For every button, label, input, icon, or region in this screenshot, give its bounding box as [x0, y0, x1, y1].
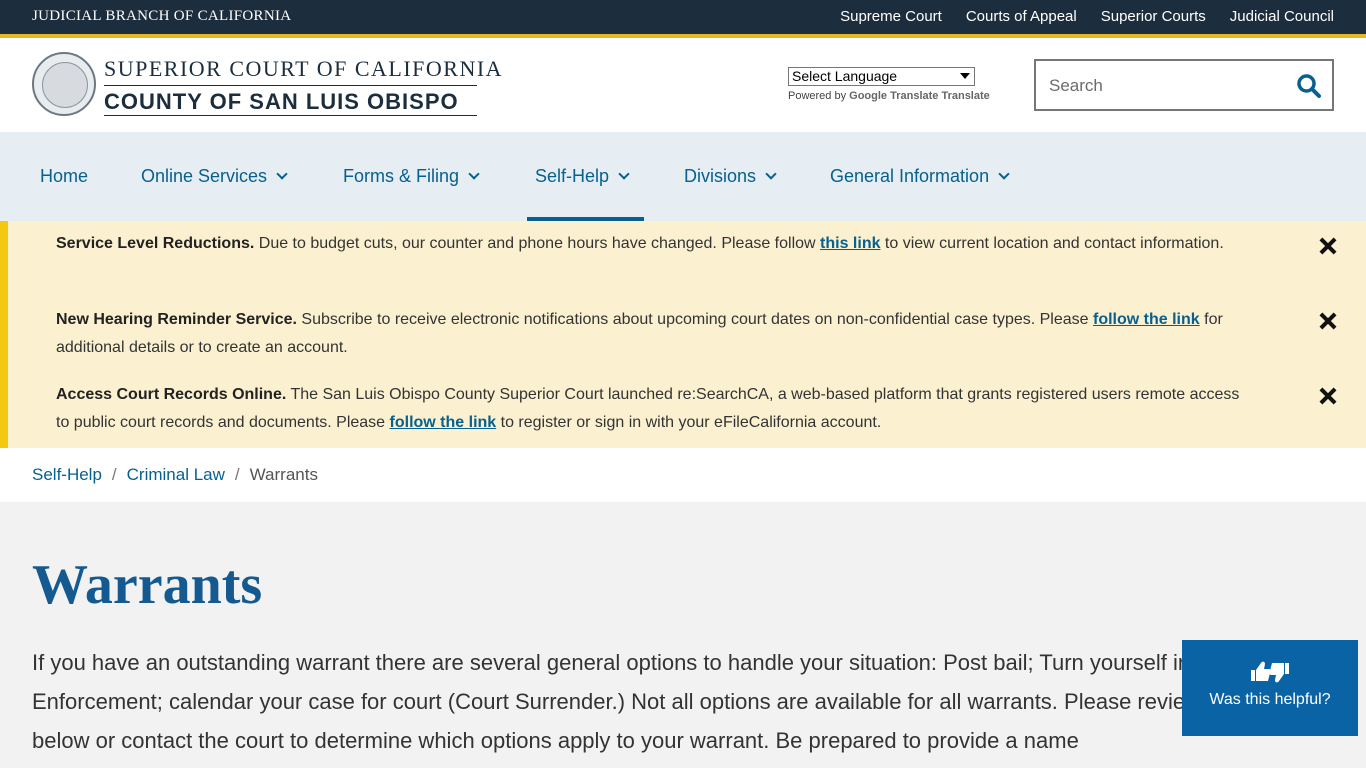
judicial-branch-brand[interactable]: JUDICIAL BRANCH OF CALIFORNIA — [32, 8, 291, 25]
chevron-down-icon — [765, 168, 777, 180]
nav-online-services[interactable]: Online Services — [141, 166, 288, 187]
search-icon[interactable] — [1296, 73, 1322, 99]
nav-self-help[interactable]: Self-Help — [535, 166, 630, 187]
link-supreme-court[interactable]: Supreme Court — [840, 8, 942, 25]
breadcrumb-current: Warrants — [249, 465, 318, 484]
logo-rule-bottom — [104, 115, 477, 116]
utility-bar: JUDICIAL BRANCH OF CALIFORNIA Supreme Co… — [0, 0, 1366, 34]
thumbs-up-down-icon — [1251, 661, 1289, 683]
chevron-down-icon — [618, 168, 630, 180]
alerts-banner: Service Level Reductions. Due to budget … — [0, 221, 1366, 448]
main-nav: Home Online Services Forms & Filing Self… — [0, 132, 1366, 221]
nav-divisions[interactable]: Divisions — [684, 166, 777, 187]
logo-line-county[interactable]: COUNTY OF SAN LUIS OBISPO — [104, 89, 459, 115]
nav-general-information-label: General Information — [830, 166, 990, 186]
breadcrumb-separator: / — [111, 465, 117, 484]
powered-by-google: Powered by Google Translate Translate — [788, 90, 990, 102]
alert-text: Due to budget cuts, our counter and phon… — [254, 235, 821, 252]
feedback-helpful-label: Was this helpful? — [1209, 691, 1331, 708]
nav-self-help-label: Self-Help — [535, 166, 610, 186]
breadcrumb-row: Self-Help / Criminal Law / Warrants — [32, 465, 318, 485]
alert-text: to register or sign in with your eFileCa… — [496, 414, 882, 431]
breadcrumb-self-help[interactable]: Self-Help — [32, 465, 102, 485]
link-superior-courts[interactable]: Superior Courts — [1101, 8, 1206, 25]
powered-by-label: Powered by — [788, 90, 847, 102]
search-placeholder: Search — [1049, 76, 1103, 95]
chevron-down-icon — [468, 168, 480, 180]
chevron-down-icon — [276, 168, 288, 180]
nav-home-label: Home — [40, 166, 89, 186]
nav-home[interactable]: Home — [40, 166, 88, 187]
chevron-down-icon — [960, 73, 970, 79]
alert-service-level: Service Level Reductions. Due to budget … — [56, 230, 1256, 258]
search-input[interactable]: Search — [1034, 59, 1334, 111]
utility-links: Supreme Court Courts of Appeal Superior … — [840, 8, 1334, 25]
breadcrumb-separator: / — [234, 465, 240, 484]
language-select-value: Select Language — [792, 68, 898, 84]
alert-link[interactable]: this link — [820, 235, 880, 252]
breadcrumb: Self-Help / Criminal Law / Warrants — [0, 448, 1366, 502]
alert-text: to view current location and contact inf… — [880, 235, 1224, 252]
google-translate-label[interactable]: Google Translate Translate — [849, 90, 990, 102]
close-icon[interactable] — [1320, 388, 1336, 404]
close-icon[interactable] — [1320, 313, 1336, 329]
language-select[interactable]: Select Language — [788, 67, 975, 86]
alert-title: Access Court Records Online. — [56, 386, 287, 403]
link-judicial-council[interactable]: Judicial Council — [1230, 8, 1334, 25]
alert-court-records: Access Court Records Online. The San Lui… — [56, 381, 1256, 437]
alert-hearing-reminder: New Hearing Reminder Service. Subscribe … — [56, 306, 1256, 362]
page-title: Warrants — [32, 554, 263, 616]
nav-forms-filing-label: Forms & Filing — [343, 166, 460, 186]
alert-title: Service Level Reductions. — [56, 235, 255, 252]
nav-forms-filing[interactable]: Forms & Filing — [343, 166, 480, 187]
nav-general-information[interactable]: General Information — [830, 166, 1010, 187]
intro-paragraph: If you have an outstanding warrant there… — [32, 650, 1308, 753]
nav-online-services-label: Online Services — [141, 166, 268, 186]
logo-rule — [104, 85, 477, 86]
alert-accent-bar — [0, 221, 8, 448]
logo-line-court[interactable]: SUPERIOR COURT OF CALIFORNIA — [104, 56, 503, 82]
link-courts-of-appeal[interactable]: Courts of Appeal — [966, 8, 1077, 25]
feedback-helpful-button[interactable]: Was this helpful? — [1182, 640, 1358, 736]
breadcrumb-criminal-law[interactable]: Criminal Law — [127, 465, 225, 485]
alert-text: Subscribe to receive electronic notifica… — [296, 311, 1093, 328]
alert-link[interactable]: follow the link — [390, 414, 497, 431]
alert-title: New Hearing Reminder Service. — [56, 311, 297, 328]
alert-link[interactable]: follow the link — [1093, 311, 1200, 328]
chevron-down-icon — [998, 168, 1010, 180]
close-icon[interactable] — [1320, 238, 1336, 254]
court-seal-logo[interactable] — [32, 52, 96, 116]
nav-divisions-label: Divisions — [684, 166, 757, 186]
site-header: SUPERIOR COURT OF CALIFORNIA COUNTY OF S… — [0, 38, 1366, 132]
